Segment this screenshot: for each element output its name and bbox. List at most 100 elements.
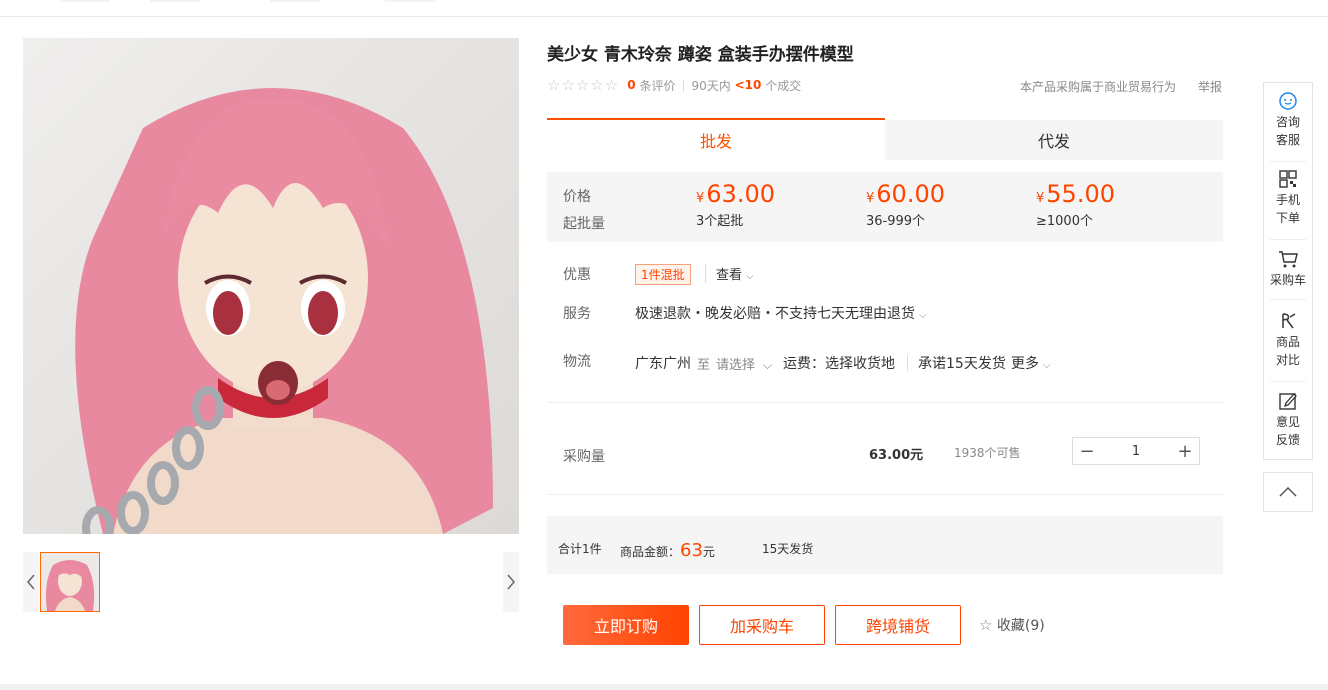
product-main-image[interactable] <box>23 38 519 534</box>
consult-label-2: 客服 <box>1275 133 1300 147</box>
promo-tag: 1件混批 <box>635 264 691 285</box>
currency-symbol: ¥ <box>696 191 705 206</box>
decrease-button[interactable]: − <box>1073 438 1101 464</box>
divider <box>547 402 1223 403</box>
ship-to-select[interactable]: 请选择 ⌵ <box>716 354 772 373</box>
purchase-qty-label: 采购量 <box>563 449 605 465</box>
amount-label: 商品金额： <box>620 545 681 559</box>
service-dropdown[interactable]: 极速退款・晚发必赔・不支持七天无理由退货 ⌵ <box>635 303 927 323</box>
chevron-down-icon: ⌵ <box>1043 360 1051 371</box>
chevron-up-icon <box>1279 487 1297 497</box>
divider <box>907 355 908 371</box>
feedback-button[interactable]: 意见 反馈 <box>1264 391 1312 449</box>
currency-symbol: ¥ <box>866 191 875 206</box>
mobile-label-2: 下单 <box>1275 211 1300 225</box>
divider <box>547 494 1223 495</box>
product-thumbnail[interactable] <box>40 552 100 612</box>
tier-price: 60.00 <box>876 180 945 208</box>
divider <box>1270 239 1306 240</box>
top-nav-item[interactable] <box>385 0 435 2</box>
tier-quantity: 3个起批 <box>696 214 744 229</box>
amount-block: 商品金额：63元 <box>620 540 715 561</box>
compare-label-2: 对比 <box>1275 353 1300 367</box>
report-link[interactable]: 举报 <box>1198 78 1222 95</box>
back-to-top-button[interactable] <box>1263 472 1313 512</box>
bottom-divider <box>0 684 1328 690</box>
chat-bubble-icon <box>1279 92 1297 110</box>
quantity-stepper: − + <box>1072 437 1200 465</box>
divider <box>1270 381 1306 382</box>
promo-label: 优惠 <box>563 267 591 283</box>
total-items: 合计1件 <box>558 542 602 556</box>
mobile-order-button[interactable]: 手机 下单 <box>1264 169 1312 227</box>
cross-border-button[interactable]: 跨境铺货 <box>835 605 961 645</box>
divider <box>1270 299 1306 300</box>
promo-view-button[interactable]: 查看 ⌵ <box>705 264 754 283</box>
rating-stars-icon: ☆☆☆☆☆ <box>547 76 620 94</box>
price-panel: 价格 起批量 ¥63.00 3个起批 ¥60.00 36-999个 ¥55.00… <box>547 172 1223 242</box>
top-nav-item[interactable] <box>150 0 200 2</box>
chevron-right-icon <box>507 574 515 590</box>
cart-button[interactable]: 采购车 <box>1264 249 1312 289</box>
increase-button[interactable]: + <box>1171 438 1199 464</box>
star-icon: ☆ <box>979 616 993 634</box>
service-text: 极速退款・晚发必赔・不支持七天无理由退货 <box>635 306 915 322</box>
review-label[interactable]: 条评价 <box>639 77 675 94</box>
price-tier: ¥55.00 ≥1000个 <box>1036 180 1115 229</box>
top-nav-item[interactable] <box>60 0 110 2</box>
favorite-label: 收藏(9) <box>996 618 1045 634</box>
service-label: 服务 <box>563 306 591 322</box>
sales-label: 个成交 <box>765 78 802 93</box>
ship-to-word: 至 <box>697 358 711 373</box>
stock-available: 1938个可售 <box>954 446 1021 460</box>
buy-now-button[interactable]: 立即订购 <box>563 605 689 645</box>
compare-label-1: 商品 <box>1275 335 1300 349</box>
review-count[interactable]: 0 <box>627 78 635 92</box>
chevron-down-icon: ⌵ <box>763 358 773 372</box>
mobile-label-1: 手机 <box>1275 193 1300 207</box>
price-tier: ¥60.00 36-999个 <box>866 180 945 229</box>
currency-symbol: ¥ <box>1036 191 1045 206</box>
divider <box>1270 161 1306 162</box>
rating-row: ☆☆☆☆☆ 0 条评价 | 90天内 <10 个成交 <box>547 76 802 94</box>
logistics-more-label: 更多 <box>1011 356 1039 372</box>
ship-promise: 承诺15天发货 <box>918 356 1006 372</box>
unit-price: 63.00元 <box>869 448 924 463</box>
tier-quantity: 36-999个 <box>866 214 926 229</box>
period-label: 90天内 <box>691 78 731 93</box>
amount-value: 63 <box>680 540 703 561</box>
trade-note: 本产品采购属于商业贸易行为 <box>1020 80 1177 94</box>
cart-label: 采购车 <box>1269 273 1306 287</box>
quantity-input[interactable] <box>1101 438 1171 464</box>
price-label: 价格 <box>563 189 591 205</box>
cart-icon <box>1279 251 1298 268</box>
logistics-label: 物流 <box>563 354 591 370</box>
thumbnail-next-button[interactable] <box>503 552 519 612</box>
tab-wholesale[interactable]: 批发 <box>547 118 885 160</box>
favorite-button[interactable]: ☆ 收藏(9) <box>979 615 1045 635</box>
logistics-more-button[interactable]: 更多 ⌵ <box>1011 353 1051 373</box>
compare-icon <box>1282 313 1296 329</box>
amount-unit: 元 <box>702 545 715 559</box>
add-to-cart-button[interactable]: 加采购车 <box>699 605 825 645</box>
promo-view-label: 查看 <box>716 268 743 283</box>
consult-service-button[interactable]: 咨询 客服 <box>1264 91 1312 149</box>
chevron-left-icon <box>27 574 35 590</box>
edit-icon <box>1279 393 1297 410</box>
tier-quantity: ≥1000个 <box>1036 214 1093 229</box>
top-nav-bar <box>0 0 1328 17</box>
thumbnail-prev-button[interactable] <box>23 552 39 612</box>
moq-label: 起批量 <box>563 216 605 232</box>
tab-dropship[interactable]: 代发 <box>885 120 1223 160</box>
tier-price: 55.00 <box>1046 180 1115 208</box>
tier-price: 63.00 <box>706 180 775 208</box>
top-nav-item[interactable] <box>270 0 320 2</box>
price-tier: ¥63.00 3个起批 <box>696 180 775 229</box>
product-title: 美少女 青木玲奈 蹲姿 盒装手办摆件模型 <box>547 45 854 65</box>
shipping-fee: 运费：选择收货地 <box>783 356 895 372</box>
ship-to-placeholder: 请选择 <box>716 358 756 373</box>
delivery-time: 15天发货 <box>762 542 814 556</box>
qr-code-icon <box>1279 170 1297 188</box>
compare-button[interactable]: 商品 对比 <box>1264 311 1312 369</box>
consult-label-1: 咨询 <box>1275 115 1300 129</box>
